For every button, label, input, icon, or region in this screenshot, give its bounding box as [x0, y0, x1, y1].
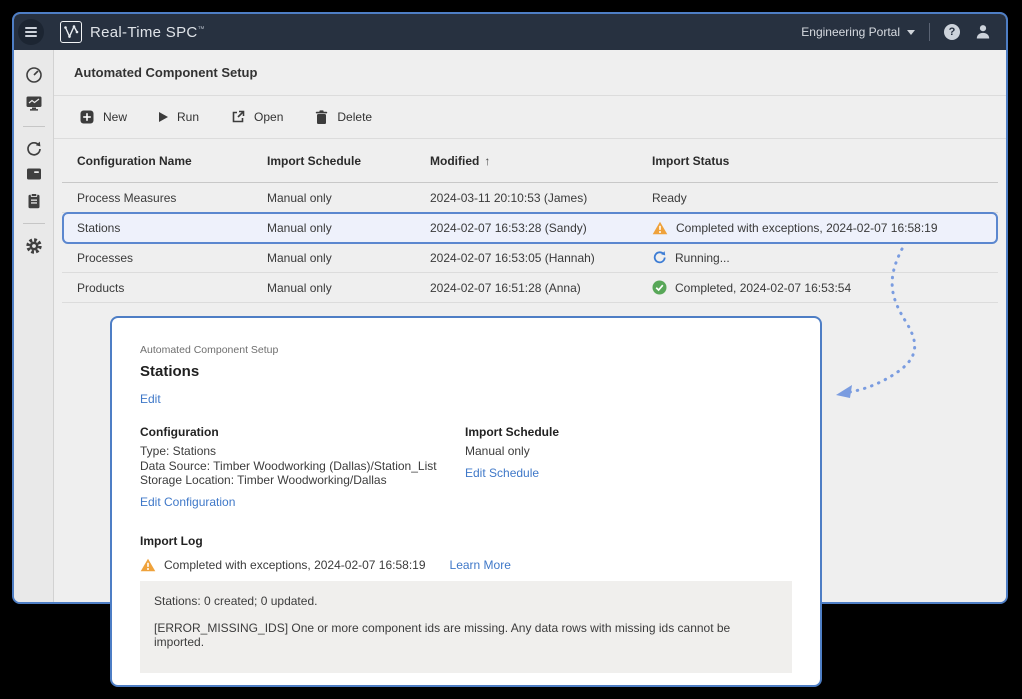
column-header-status[interactable]: Import Status [652, 154, 998, 168]
configuration-section: Configuration Type: Stations Data Source… [140, 425, 465, 509]
new-button[interactable]: New [80, 110, 127, 124]
sidebar [14, 50, 54, 602]
toolbar: New Run Open [54, 96, 1006, 139]
edit-link[interactable]: Edit [140, 392, 161, 406]
column-header-name[interactable]: Configuration Name [77, 154, 267, 168]
trademark: ™ [198, 26, 205, 33]
user-icon[interactable] [974, 23, 992, 41]
detail-panel: Automated Component Setup Stations Edit … [110, 316, 822, 687]
configuration-storage-location: Storage Location: Timber Woodworking/Dal… [140, 473, 465, 488]
app-logo-icon [60, 21, 82, 43]
configuration-type: Type: Stations [140, 444, 465, 459]
panel-breadcrumb: Automated Component Setup [140, 344, 792, 356]
clipboard-icon[interactable] [25, 192, 43, 210]
status-cell: Ready [652, 191, 998, 205]
play-icon [159, 112, 168, 122]
app-title: Real-Time SPC™ [90, 24, 205, 41]
table-row-selected[interactable]: Stations Manual only 2024-02-07 16:53:28… [62, 212, 998, 244]
panel-title: Stations [140, 363, 792, 380]
status-cell: Completed with exceptions, 2024-02-07 16… [652, 221, 996, 235]
table-row[interactable]: Processes Manual only 2024-02-07 16:53:0… [62, 243, 998, 273]
warning-icon [652, 221, 668, 235]
edit-schedule-link[interactable]: Edit Schedule [465, 466, 539, 480]
screenshot-stage: Real-Time SPC™ Engineering Portal ? [0, 0, 1022, 699]
sort-ascending-icon: ↑ [484, 154, 490, 168]
import-schedule-heading: Import Schedule [465, 425, 559, 439]
header-divider [929, 23, 930, 41]
gear-icon[interactable] [25, 237, 43, 255]
sync-icon[interactable] [25, 140, 43, 158]
page-title: Automated Component Setup [74, 65, 257, 80]
edit-configuration-link[interactable]: Edit Configuration [140, 495, 235, 509]
import-log-heading: Import Log [140, 534, 792, 548]
run-button[interactable]: Run [159, 110, 199, 124]
monitor-chart-icon[interactable] [24, 94, 43, 113]
configurations-table: Configuration Name Import Schedule Modif… [62, 139, 998, 303]
import-log-status-text: Completed with exceptions, 2024-02-07 16… [164, 558, 426, 572]
chevron-down-icon [907, 30, 915, 35]
log-line: Stations: 0 created; 0 updated. [154, 594, 778, 608]
portal-label: Engineering Portal [801, 25, 900, 39]
status-cell: Running... [652, 250, 998, 265]
running-icon [652, 250, 667, 265]
app-header: Real-Time SPC™ Engineering Portal ? [14, 14, 1006, 50]
page-header: Automated Component Setup [54, 50, 1006, 96]
help-icon[interactable]: ? [944, 24, 960, 40]
table-row[interactable]: Products Manual only 2024-02-07 16:51:28… [62, 273, 998, 303]
hamburger-menu-button[interactable] [18, 19, 44, 45]
configuration-data-source: Data Source: Timber Woodworking (Dallas)… [140, 459, 465, 474]
import-log-output: Stations: 0 created; 0 updated. [ERROR_M… [140, 581, 792, 673]
open-external-icon [231, 110, 245, 124]
import-schedule-section: Import Schedule Manual only Edit Schedul… [465, 425, 559, 509]
success-icon [652, 280, 667, 295]
sidebar-divider [23, 126, 45, 127]
log-line: [ERROR_MISSING_IDS] One or more componen… [154, 621, 778, 649]
import-schedule-value: Manual only [465, 444, 559, 459]
plus-icon [80, 110, 94, 124]
sidebar-divider [23, 223, 45, 224]
gauge-icon[interactable] [24, 66, 43, 85]
open-button[interactable]: Open [231, 110, 283, 124]
column-header-schedule[interactable]: Import Schedule [267, 154, 430, 168]
learn-more-link[interactable]: Learn More [450, 558, 511, 572]
warning-icon [140, 558, 156, 572]
trash-icon [315, 110, 328, 124]
status-cell: Completed, 2024-02-07 16:53:54 [652, 280, 998, 295]
delete-button[interactable]: Delete [315, 110, 372, 124]
storage-box-icon[interactable] [25, 165, 43, 183]
configuration-heading: Configuration [140, 425, 465, 439]
table-row[interactable]: Process Measures Manual only 2024-03-11 … [62, 183, 998, 213]
import-log-status: Completed with exceptions, 2024-02-07 16… [140, 558, 792, 572]
table-header-row: Configuration Name Import Schedule Modif… [62, 139, 998, 183]
portal-dropdown[interactable]: Engineering Portal [801, 25, 915, 39]
column-header-modified[interactable]: Modified↑ [430, 154, 652, 168]
